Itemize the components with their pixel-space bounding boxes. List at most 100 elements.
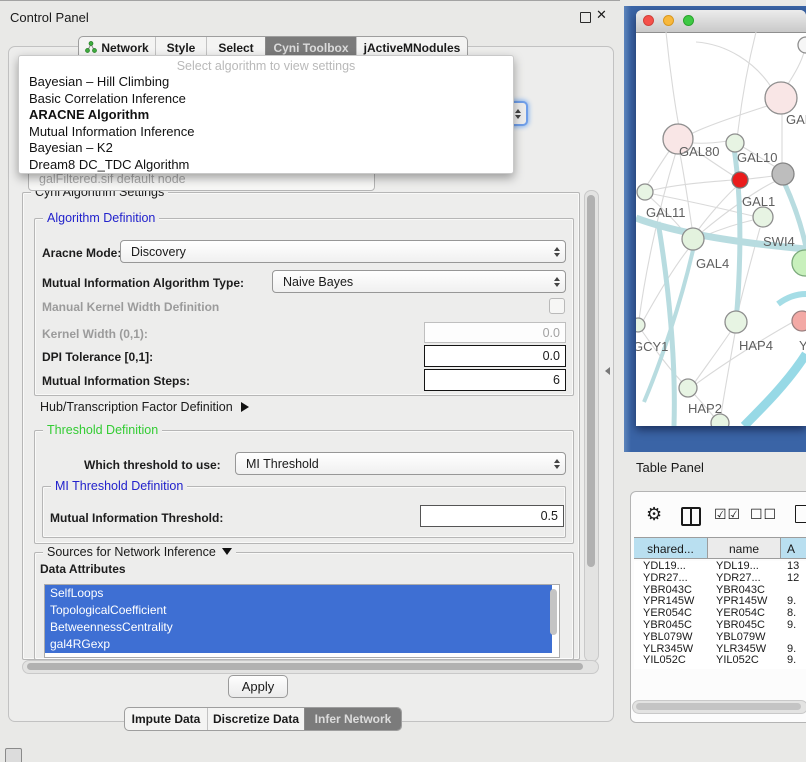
dropdown-item-aracne[interactable]: ARACNE Algorithm bbox=[19, 107, 513, 124]
settings-hscrollbar-thumb[interactable] bbox=[27, 663, 583, 670]
table-row[interactable]: YBR045C YBR045C 9. bbox=[634, 620, 806, 632]
deselect-all-icon[interactable]: ☐☐ bbox=[750, 506, 777, 523]
dpi-tolerance-field[interactable]: 0.0 bbox=[424, 345, 566, 367]
tab-infer-network[interactable]: Infer Network bbox=[304, 708, 401, 730]
kernel-width-field[interactable]: 0.0 bbox=[424, 322, 566, 343]
network-canvas[interactable]: GAL GAL80 GAL10 GAL11 GAL1 SWI4 GAL4 GCY… bbox=[636, 32, 806, 426]
cell-name: YBR045C bbox=[716, 620, 778, 632]
column-header-clipped[interactable]: A bbox=[781, 537, 806, 559]
apply-button[interactable]: Apply bbox=[228, 675, 288, 698]
attribute-list-scrollbar-thumb[interactable] bbox=[550, 589, 557, 635]
collapse-arrow-icon bbox=[222, 548, 232, 555]
node-pink[interactable] bbox=[792, 311, 806, 331]
node-partial[interactable] bbox=[798, 37, 806, 53]
node-green[interactable] bbox=[792, 250, 806, 276]
table-row[interactable]: YLR345W YLR345W 9. bbox=[634, 644, 806, 656]
cyni-bottom-tabbar: Impute Data Discretize Data Infer Networ… bbox=[124, 707, 402, 731]
node-gal4[interactable] bbox=[682, 228, 704, 250]
column-header-name[interactable]: name bbox=[708, 537, 781, 559]
show-columns-icon[interactable] bbox=[681, 507, 701, 526]
network-view-window[interactable]: GAL GAL80 GAL10 GAL11 GAL1 SWI4 GAL4 GCY… bbox=[636, 10, 806, 426]
attribute-item-selected[interactable]: TopologicalCoefficient bbox=[45, 602, 552, 619]
aracne-mode-combobox[interactable]: Discovery bbox=[120, 240, 566, 263]
dropdown-item[interactable]: Basic Correlation Inference bbox=[19, 91, 513, 108]
hub-definition-toggle[interactable]: Hub/Transcription Factor Definition bbox=[40, 400, 249, 414]
table-row[interactable]: YPR145W YPR145W 9. bbox=[634, 596, 806, 608]
data-attributes-list[interactable]: SelfLoops TopologicalCoefficient Between… bbox=[44, 584, 560, 658]
which-threshold-value: MI Threshold bbox=[246, 457, 319, 471]
cell-value: 12 bbox=[787, 573, 806, 585]
node-hap2[interactable] bbox=[679, 379, 697, 397]
node-gcy1[interactable] bbox=[636, 318, 645, 332]
node-gal[interactable] bbox=[765, 82, 797, 114]
node-hap4[interactable] bbox=[725, 311, 747, 333]
tab-jactivemnodules-label: jActiveMNodules bbox=[364, 41, 461, 55]
node-label: Y bbox=[799, 338, 806, 353]
cell-shared-name: YER054C bbox=[643, 608, 705, 620]
table-row[interactable]: YDL19... YDL19... 13 bbox=[634, 561, 806, 573]
settings-scrollbar-thumb[interactable] bbox=[587, 195, 595, 567]
export-table-icon[interactable] bbox=[795, 505, 806, 523]
mi-type-combobox[interactable]: Naive Bayes bbox=[272, 270, 566, 293]
node-gal1[interactable] bbox=[753, 207, 773, 227]
cell-name: YER054C bbox=[716, 608, 778, 620]
settings-scrollbar[interactable] bbox=[584, 190, 599, 662]
settings-hscrollbar[interactable] bbox=[22, 660, 599, 674]
zoom-traffic-light[interactable] bbox=[683, 15, 694, 26]
table-row[interactable]: YDR27... YDR27... 12 bbox=[634, 573, 806, 585]
node-label: HAP4 bbox=[739, 338, 773, 353]
attribute-item-selected[interactable]: gal4RGexp bbox=[45, 636, 552, 653]
table-row[interactable]: YER054C YER054C 8. bbox=[634, 608, 806, 620]
cell-shared-name: YBL079W bbox=[643, 632, 705, 644]
node-red-selected[interactable] bbox=[732, 172, 748, 188]
table-hscrollbar[interactable] bbox=[632, 700, 806, 714]
clipped-corner-button[interactable] bbox=[5, 748, 22, 762]
mi-threshold-label: Mutual Information Threshold: bbox=[50, 511, 223, 525]
mi-steps-field[interactable]: 6 bbox=[424, 369, 566, 391]
cell-name: YDL19... bbox=[716, 561, 778, 573]
float-window-icon[interactable] bbox=[580, 12, 591, 23]
table-row[interactable]: YBL079W YBL079W bbox=[634, 632, 806, 644]
tab-impute-data[interactable]: Impute Data bbox=[125, 708, 207, 730]
select-all-icon[interactable]: ☑☑ bbox=[714, 506, 741, 523]
mi-type-label: Mutual Information Algorithm Type: bbox=[42, 276, 244, 290]
table-row[interactable]: YIL052C YIL052C 9. bbox=[634, 655, 806, 667]
network-window-titlebar[interactable] bbox=[636, 10, 806, 33]
tab-cyni-toolbox-label: Cyni Toolbox bbox=[273, 41, 348, 55]
dropdown-item[interactable]: Dream8 DC_TDC Algorithm bbox=[19, 157, 513, 174]
node-label: HAP2 bbox=[688, 401, 722, 416]
cell-shared-name: YDR27... bbox=[643, 573, 705, 585]
close-icon[interactable]: ✕ bbox=[596, 9, 607, 21]
which-threshold-combobox[interactable]: MI Threshold bbox=[235, 452, 566, 475]
cell-shared-name: YDL19... bbox=[643, 561, 705, 573]
gear-icon[interactable]: ⚙ bbox=[646, 505, 662, 523]
attribute-item-selected[interactable]: BetweennessCentrality bbox=[45, 619, 552, 636]
dropdown-item[interactable]: Mutual Information Inference bbox=[19, 124, 513, 141]
cell-name: YBL079W bbox=[716, 632, 778, 644]
tab-discretize-data[interactable]: Discretize Data bbox=[207, 708, 304, 730]
splitter-collapse-icon[interactable] bbox=[605, 367, 610, 375]
table-row[interactable]: YBR043C YBR043C bbox=[634, 585, 806, 597]
which-threshold-label: Which threshold to use: bbox=[84, 458, 221, 472]
network-edge-bundles bbox=[636, 148, 806, 426]
manual-kernel-checkbox[interactable] bbox=[549, 298, 565, 314]
sources-title[interactable]: Sources for Network Inference bbox=[43, 545, 236, 559]
mi-threshold-field[interactable]: 0.5 bbox=[420, 505, 564, 527]
table-hscrollbar-thumb[interactable] bbox=[636, 703, 801, 710]
dpi-tolerance-label: DPI Tolerance [0,1]: bbox=[42, 350, 153, 364]
node-gray[interactable] bbox=[772, 163, 794, 185]
cell-shared-name: YBR045C bbox=[643, 620, 705, 632]
hub-definition-label: Hub/Transcription Factor Definition bbox=[40, 400, 233, 414]
node-gal11[interactable] bbox=[637, 184, 653, 200]
cell-value: 9. bbox=[787, 644, 806, 656]
attribute-item-selected[interactable]: SelfLoops bbox=[45, 585, 552, 602]
table-rows: YDL19... YDL19... 13 YDR27... YDR27... 1… bbox=[634, 561, 806, 669]
dropdown-item[interactable]: Bayesian – K2 bbox=[19, 140, 513, 157]
column-header-shared-name[interactable]: shared... bbox=[634, 537, 708, 559]
tab-style-label: Style bbox=[167, 41, 196, 55]
data-attributes-label: Data Attributes bbox=[40, 562, 126, 576]
minimize-traffic-light[interactable] bbox=[663, 15, 674, 26]
tab-network-label: Network bbox=[101, 41, 148, 55]
close-traffic-light[interactable] bbox=[643, 15, 654, 26]
dropdown-item[interactable]: Bayesian – Hill Climbing bbox=[19, 74, 513, 91]
